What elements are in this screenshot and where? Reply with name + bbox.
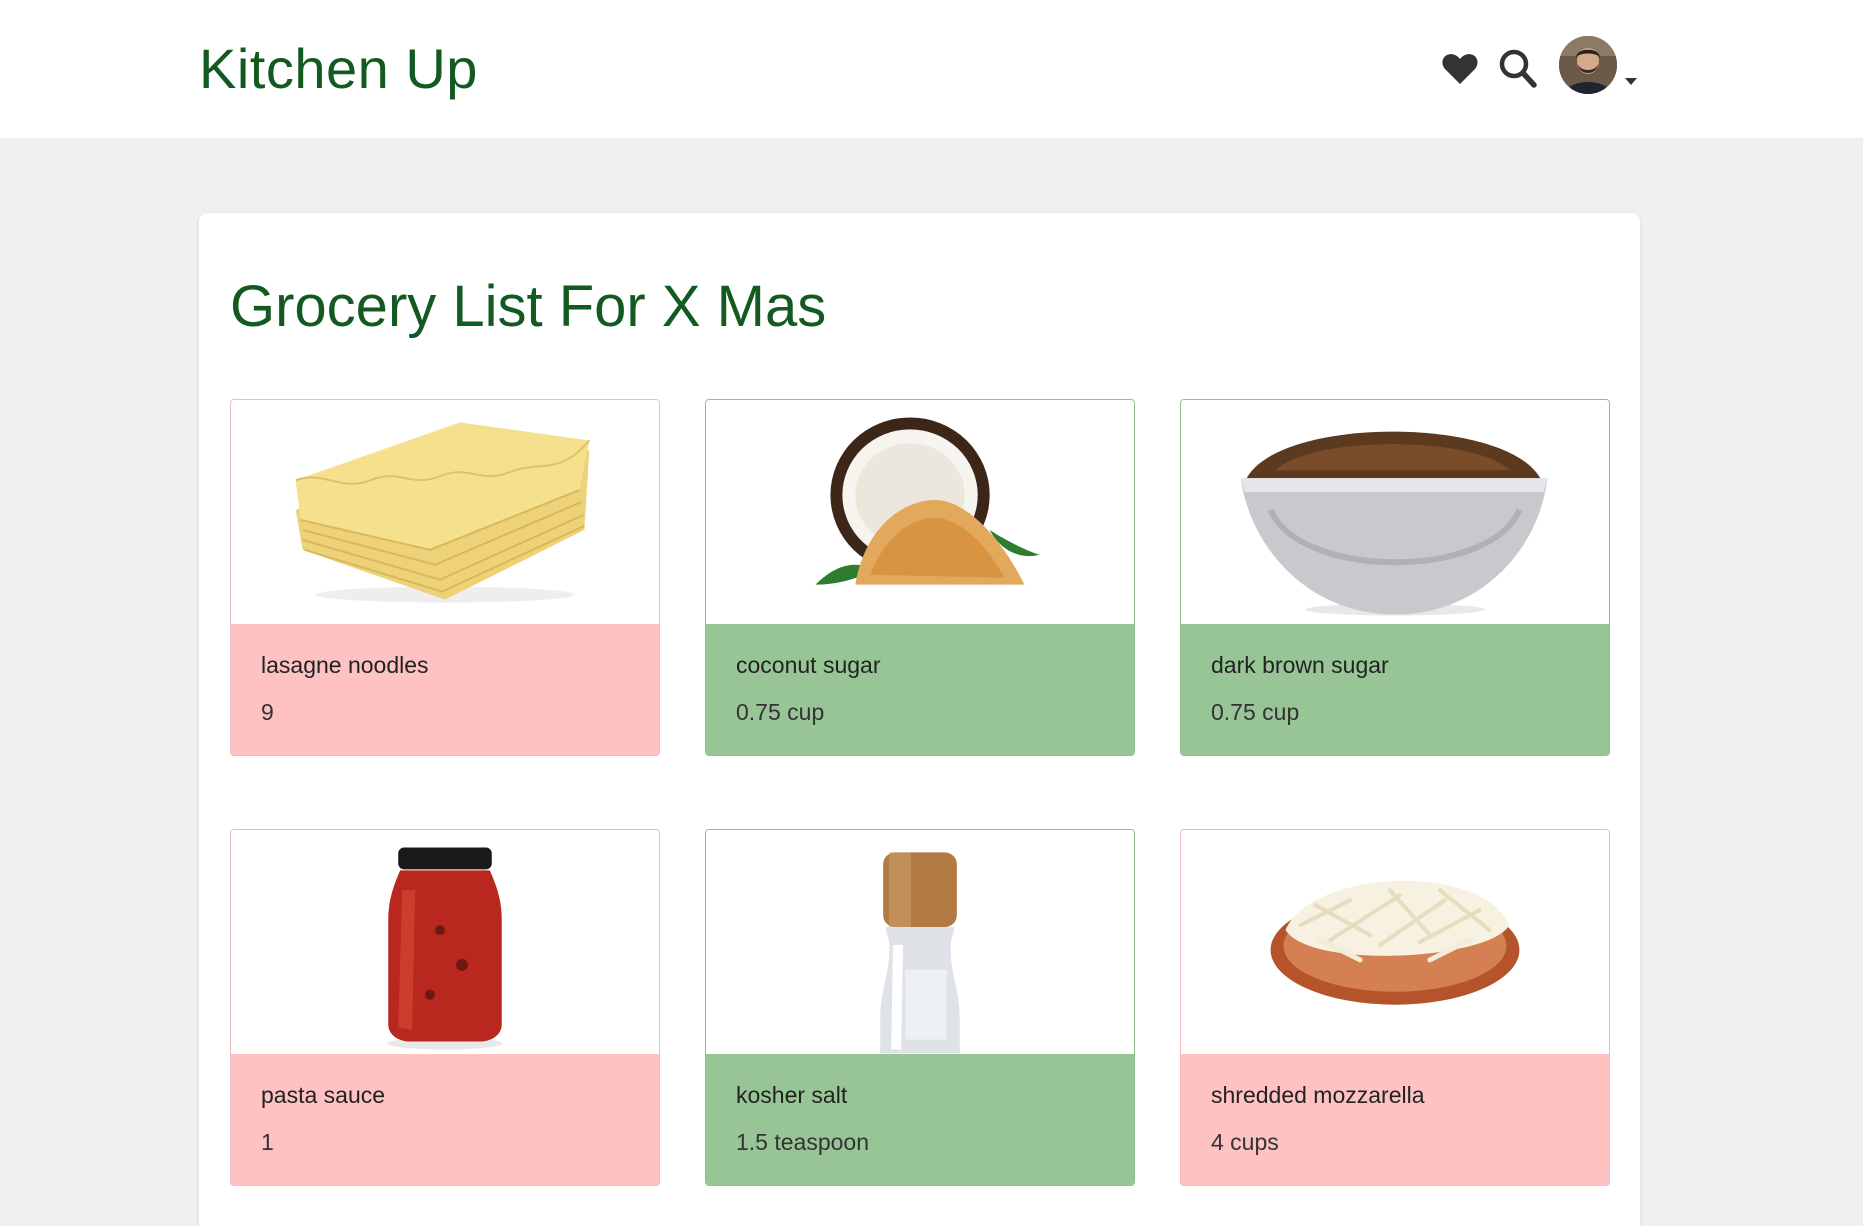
item-info: dark brown sugar 0.75 cup <box>1181 624 1609 755</box>
item-name: pasta sauce <box>261 1082 386 1108</box>
grocery-item-card[interactable]: pasta sauce 1 <box>230 829 660 1186</box>
heart-icon <box>1442 54 1478 84</box>
user-menu-button[interactable] <box>1559 36 1643 98</box>
brown-sugar-image <box>1181 400 1609 624</box>
item-name: kosher salt <box>736 1082 848 1108</box>
item-info: kosher salt 1.5 teaspoon <box>706 1054 1134 1185</box>
lasagne-noodles-image <box>231 400 659 624</box>
item-quantity: 0.75 cup <box>1211 699 1300 725</box>
grocery-item-card[interactable]: kosher salt 1.5 teaspoon <box>705 829 1135 1186</box>
item-info: coconut sugar 0.75 cup <box>706 624 1134 755</box>
item-name: dark brown sugar <box>1211 652 1389 678</box>
caret-down-icon <box>1625 78 1637 85</box>
item-info: lasagne noodles 9 <box>231 624 659 755</box>
item-info: pasta sauce 1 <box>231 1054 659 1185</box>
grocery-item-card[interactable]: coconut sugar 0.75 cup <box>705 399 1135 756</box>
item-quantity: 1 <box>261 1129 274 1155</box>
coconut-sugar-image <box>706 400 1134 624</box>
grocery-item-card[interactable]: lasagne noodles 9 <box>230 399 660 756</box>
item-quantity: 9 <box>261 699 274 725</box>
search-icon <box>1499 49 1537 88</box>
favorites-button[interactable] <box>1440 49 1480 89</box>
top-navbar: Kitchen Up <box>0 0 1863 138</box>
item-name: shredded mozzarella <box>1211 1082 1425 1108</box>
item-quantity: 1.5 teaspoon <box>736 1129 870 1155</box>
grocery-item-card[interactable]: dark brown sugar 0.75 cup <box>1180 399 1610 756</box>
item-quantity: 0.75 cup <box>736 699 825 725</box>
item-quantity: 4 cups <box>1211 1129 1279 1155</box>
item-name: coconut sugar <box>736 652 881 678</box>
item-info: shredded mozzarella 4 cups <box>1181 1054 1609 1185</box>
brand-logo[interactable]: Kitchen Up <box>199 36 478 101</box>
item-name: lasagne noodles <box>261 652 429 678</box>
grocery-list-panel: Grocery List For X Mas lasagne noodles 9 <box>199 213 1640 1226</box>
kosher-salt-image <box>706 830 1134 1054</box>
mozzarella-image <box>1181 830 1609 1054</box>
search-button[interactable] <box>1498 48 1538 90</box>
pasta-sauce-image <box>231 830 659 1054</box>
avatar[interactable] <box>1559 36 1617 94</box>
grocery-item-card[interactable]: shredded mozzarella 4 cups <box>1180 829 1610 1186</box>
page-title: Grocery List For X Mas <box>230 274 827 339</box>
